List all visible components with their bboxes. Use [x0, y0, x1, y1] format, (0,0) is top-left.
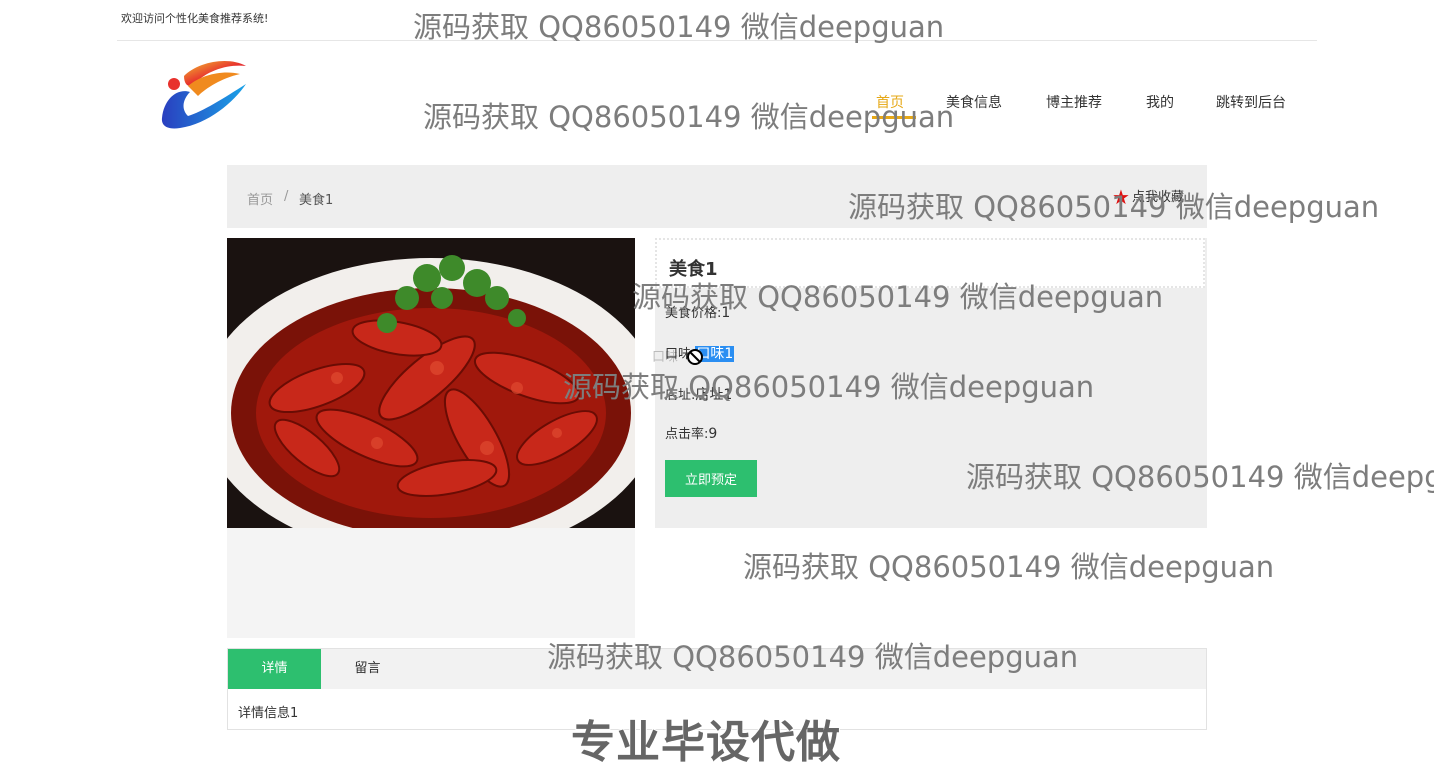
food-title-box: 美食1 — [655, 238, 1205, 288]
tab-comments[interactable]: 留言 — [321, 649, 414, 689]
breadcrumb-current: 美食1 — [299, 193, 334, 208]
breadcrumb-separator: / — [284, 189, 289, 204]
clicks-row: 点击率:9 — [665, 423, 717, 442]
address-row: 店址:店址1 — [665, 384, 732, 404]
logo-graphic — [161, 61, 246, 129]
clicks-value: 9 — [708, 426, 718, 442]
price-label: 美食价格: — [665, 306, 722, 321]
watermark-text: 源码获取 QQ86050149 微信deepguan — [423, 100, 955, 134]
watermark-banner: 专业毕设代做 — [570, 716, 841, 769]
book-now-button[interactable]: 立即预定 — [665, 460, 757, 497]
favorite-button[interactable]: ★ 点我收藏 — [1112, 185, 1184, 209]
nav-food-info[interactable]: 美食信息 — [946, 92, 1002, 112]
price-row: 美食价格:1 — [665, 302, 730, 321]
tab-details[interactable]: 详情 — [228, 649, 321, 689]
nav-active-underline — [872, 116, 916, 119]
breadcrumb: 首页 / 美食1 ★ 点我收藏 — [227, 165, 1207, 228]
welcome-text: 欢迎访问个性化美食推荐系统! — [121, 12, 269, 25]
favorite-label: 点我收藏 — [1131, 190, 1184, 205]
not-allowed-cursor-icon — [687, 349, 703, 365]
address-value: 店址1 — [695, 387, 733, 403]
food-image-area — [227, 238, 635, 638]
watermark-text: 源码获取 QQ86050149 微信deepguan — [743, 550, 1275, 584]
star-icon: ★ — [1112, 185, 1130, 209]
tab-bar: 详情 留言 — [228, 649, 1206, 689]
top-bar: 欢迎访问个性化美食推荐系统! — [117, 0, 1317, 41]
breadcrumb-home[interactable]: 首页 — [247, 189, 273, 208]
site-logo[interactable] — [158, 58, 250, 130]
address-label: 店址: — [665, 388, 696, 403]
price-value: 1 — [721, 305, 731, 321]
nav-go-backend[interactable]: 跳转到后台 — [1216, 92, 1286, 112]
food-image — [227, 238, 635, 528]
food-info-panel: 美食1 美食价格:1 口味 口味:口味1 店址:店址1 点击率:9 立即预定 — [652, 238, 1207, 528]
nav-home[interactable]: 首页 — [876, 92, 904, 112]
tab-content: 详情信息1 — [238, 706, 299, 721]
nav-blogger-recommend[interactable]: 博主推荐 — [1046, 92, 1102, 112]
nav-mine[interactable]: 我的 — [1146, 92, 1174, 112]
clicks-label: 点击率: — [665, 427, 709, 442]
food-title: 美食1 — [669, 259, 718, 280]
